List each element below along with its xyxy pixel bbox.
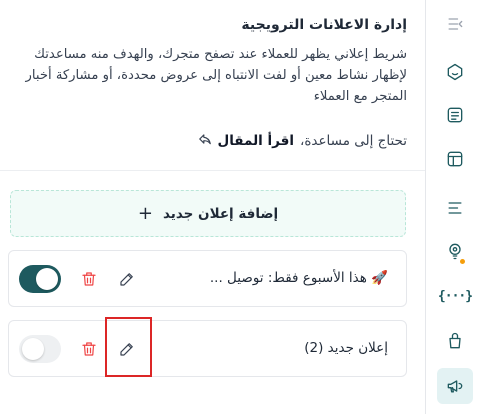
page-title: إدارة الاعلانات الترويجية <box>241 17 407 33</box>
notification-dot <box>460 259 465 264</box>
pencil-icon <box>120 343 133 356</box>
sidebar-item-settings[interactable] <box>437 233 473 269</box>
sidebar-item-products[interactable] <box>437 323 473 359</box>
page-description: شريط إعلاني يظهر للعملاء عند تصفح متجرك،… <box>25 47 407 104</box>
sidebar-item-cards[interactable] <box>437 97 473 133</box>
edit-ad-button[interactable] <box>117 269 137 289</box>
divider <box>0 170 425 171</box>
delete-ad-button[interactable] <box>79 339 99 359</box>
collapse-sidebar-button[interactable] <box>437 6 473 42</box>
settings-bulb-icon <box>449 243 461 260</box>
delete-ad-button[interactable] <box>79 269 99 289</box>
box-icon <box>449 332 461 349</box>
ad-enabled-toggle[interactable] <box>19 265 61 293</box>
megaphone-icon <box>447 380 463 393</box>
edit-ad-button[interactable] <box>117 339 137 359</box>
sidebar: {···} <box>425 0 483 414</box>
layout-icon <box>447 151 463 167</box>
ad-title: 🚀 هذا الأسبوع فقط: توصيل ... <box>209 270 388 286</box>
toggle-knob <box>36 268 58 290</box>
main-panel: إدارة الاعلانات الترويجية شريط إعلاني يظ… <box>0 0 425 414</box>
sidebar-item-promotions[interactable] <box>437 368 473 404</box>
help-row: تحتاج إلى مساعدة، اقرأ المقال <box>198 132 407 150</box>
read-article-link[interactable]: اقرأ المقال <box>218 133 294 149</box>
pencil-icon <box>120 273 133 286</box>
reply-arrow-icon[interactable] <box>198 132 212 150</box>
menu-lines-icon <box>448 202 462 214</box>
sidebar-item-layout[interactable] <box>437 141 473 177</box>
help-text: تحتاج إلى مساعدة، <box>299 133 407 149</box>
braces-icon: {···} <box>437 288 473 304</box>
ad-row: إعلان جديد (2) <box>8 320 407 377</box>
toggle-knob <box>22 338 44 360</box>
ad-enabled-toggle[interactable] <box>19 335 61 363</box>
collapse-icon <box>448 18 463 30</box>
smile-icon <box>447 63 463 81</box>
trash-icon <box>82 342 96 356</box>
add-ad-button[interactable]: إضافة إعلان جديد + <box>10 190 406 237</box>
id-card-icon <box>447 107 463 123</box>
ad-title: إعلان جديد (2) <box>304 340 388 356</box>
plus-icon: + <box>137 202 153 224</box>
sidebar-item-code[interactable]: {···} <box>437 278 473 314</box>
sidebar-item-menu[interactable] <box>437 190 473 226</box>
ad-row: 🚀 هذا الأسبوع فقط: توصيل ... <box>8 250 407 307</box>
add-ad-label: إضافة إعلان جديد <box>162 205 279 222</box>
sidebar-item-customers[interactable] <box>437 54 473 90</box>
trash-icon <box>82 272 96 286</box>
